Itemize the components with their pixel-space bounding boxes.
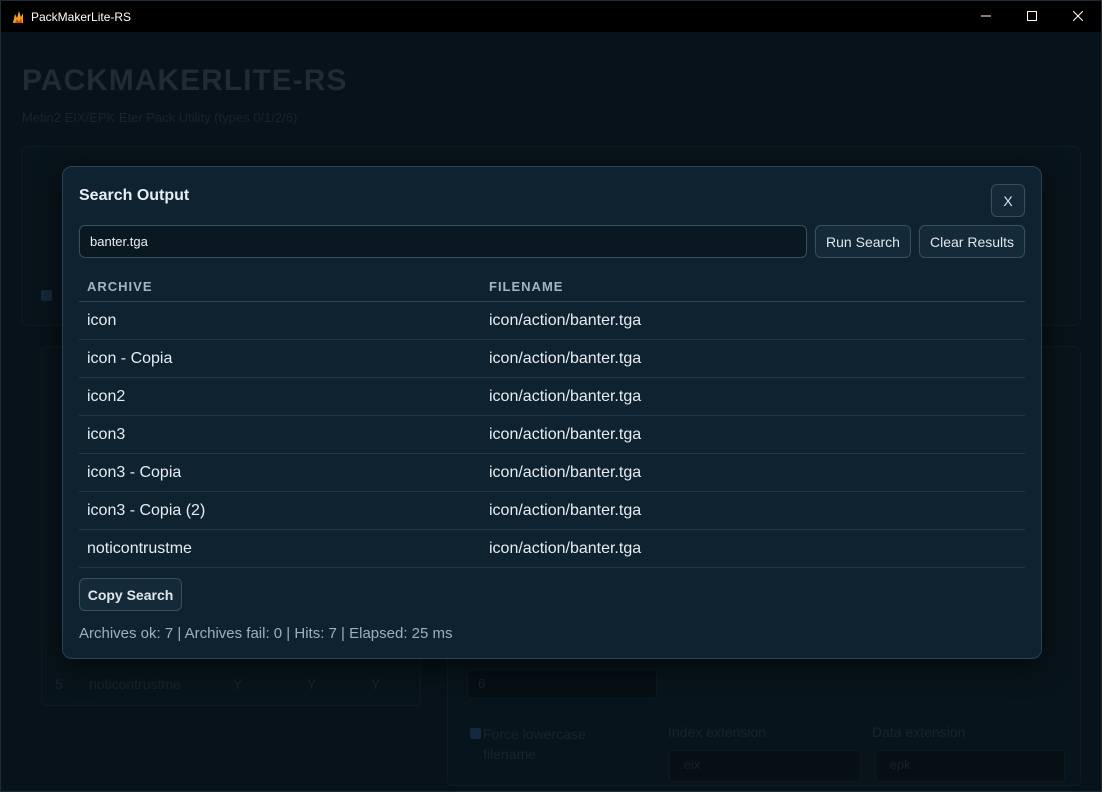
table-row[interactable]: noticontrustme icon/action/banter.tga: [79, 530, 1025, 568]
filename-cell: icon/action/banter.tga: [489, 539, 642, 557]
table-row[interactable]: icon3 - Copia (2) icon/action/banter.tga: [79, 492, 1025, 530]
filename-cell: icon/action/banter.tga: [489, 425, 642, 443]
archive-cell: icon: [87, 311, 117, 329]
filename-cell: icon/action/banter.tga: [489, 387, 642, 405]
archive-cell: icon3 - Copia (2): [87, 501, 206, 519]
window-controls: [963, 1, 1101, 32]
maximize-button[interactable]: [1009, 1, 1055, 32]
archive-cell: noticontrustme: [87, 539, 192, 557]
search-status: Archives ok: 7 | Archives fail: 0 | Hits…: [79, 625, 453, 642]
search-input[interactable]: [79, 225, 807, 258]
table-header: ARCHIVE FILENAME: [79, 271, 1025, 302]
filename-cell: icon/action/banter.tga: [489, 501, 642, 519]
dialog-title: Search Output: [79, 187, 190, 204]
run-search-button[interactable]: Run Search: [815, 225, 911, 258]
minimize-button[interactable]: [963, 1, 1009, 32]
table-row[interactable]: icon3 - Copia icon/action/banter.tga: [79, 454, 1025, 492]
minimize-icon: [981, 8, 991, 26]
search-output-dialog: Search Output X Run Search Clear Results…: [62, 166, 1042, 659]
title-bar: PackMakerLite-RS: [1, 1, 1101, 32]
app-window: PackMakerLite-RS PACKMAKERLITE-RS Metin2…: [0, 0, 1102, 792]
window-title: PackMakerLite-RS: [31, 9, 132, 24]
filename-cell: icon/action/banter.tga: [489, 311, 642, 329]
maximize-icon: [1027, 8, 1037, 26]
column-header-filename[interactable]: FILENAME: [489, 279, 1025, 294]
close-window-button[interactable]: [1055, 1, 1101, 32]
column-header-archive[interactable]: ARCHIVE: [79, 279, 489, 294]
table-row[interactable]: icon2 icon/action/banter.tga: [79, 378, 1025, 416]
archive-cell: icon2: [87, 387, 126, 405]
archive-cell: icon - Copia: [87, 349, 173, 367]
results-table: ARCHIVE FILENAME icon icon/action/banter…: [79, 271, 1025, 568]
close-icon: [1072, 8, 1084, 26]
app-icon: [11, 10, 25, 24]
archive-cell: icon3: [87, 425, 126, 443]
table-row[interactable]: icon - Copia icon/action/banter.tga: [79, 340, 1025, 378]
filename-cell: icon/action/banter.tga: [489, 463, 642, 481]
archive-cell: icon3 - Copia: [87, 463, 182, 481]
close-dialog-button[interactable]: X: [991, 184, 1025, 217]
table-row[interactable]: icon3 icon/action/banter.tga: [79, 416, 1025, 454]
copy-search-button[interactable]: Copy Search: [79, 578, 182, 611]
filename-cell: icon/action/banter.tga: [489, 349, 642, 367]
table-row[interactable]: icon icon/action/banter.tga: [79, 302, 1025, 340]
clear-results-button[interactable]: Clear Results: [919, 225, 1025, 258]
